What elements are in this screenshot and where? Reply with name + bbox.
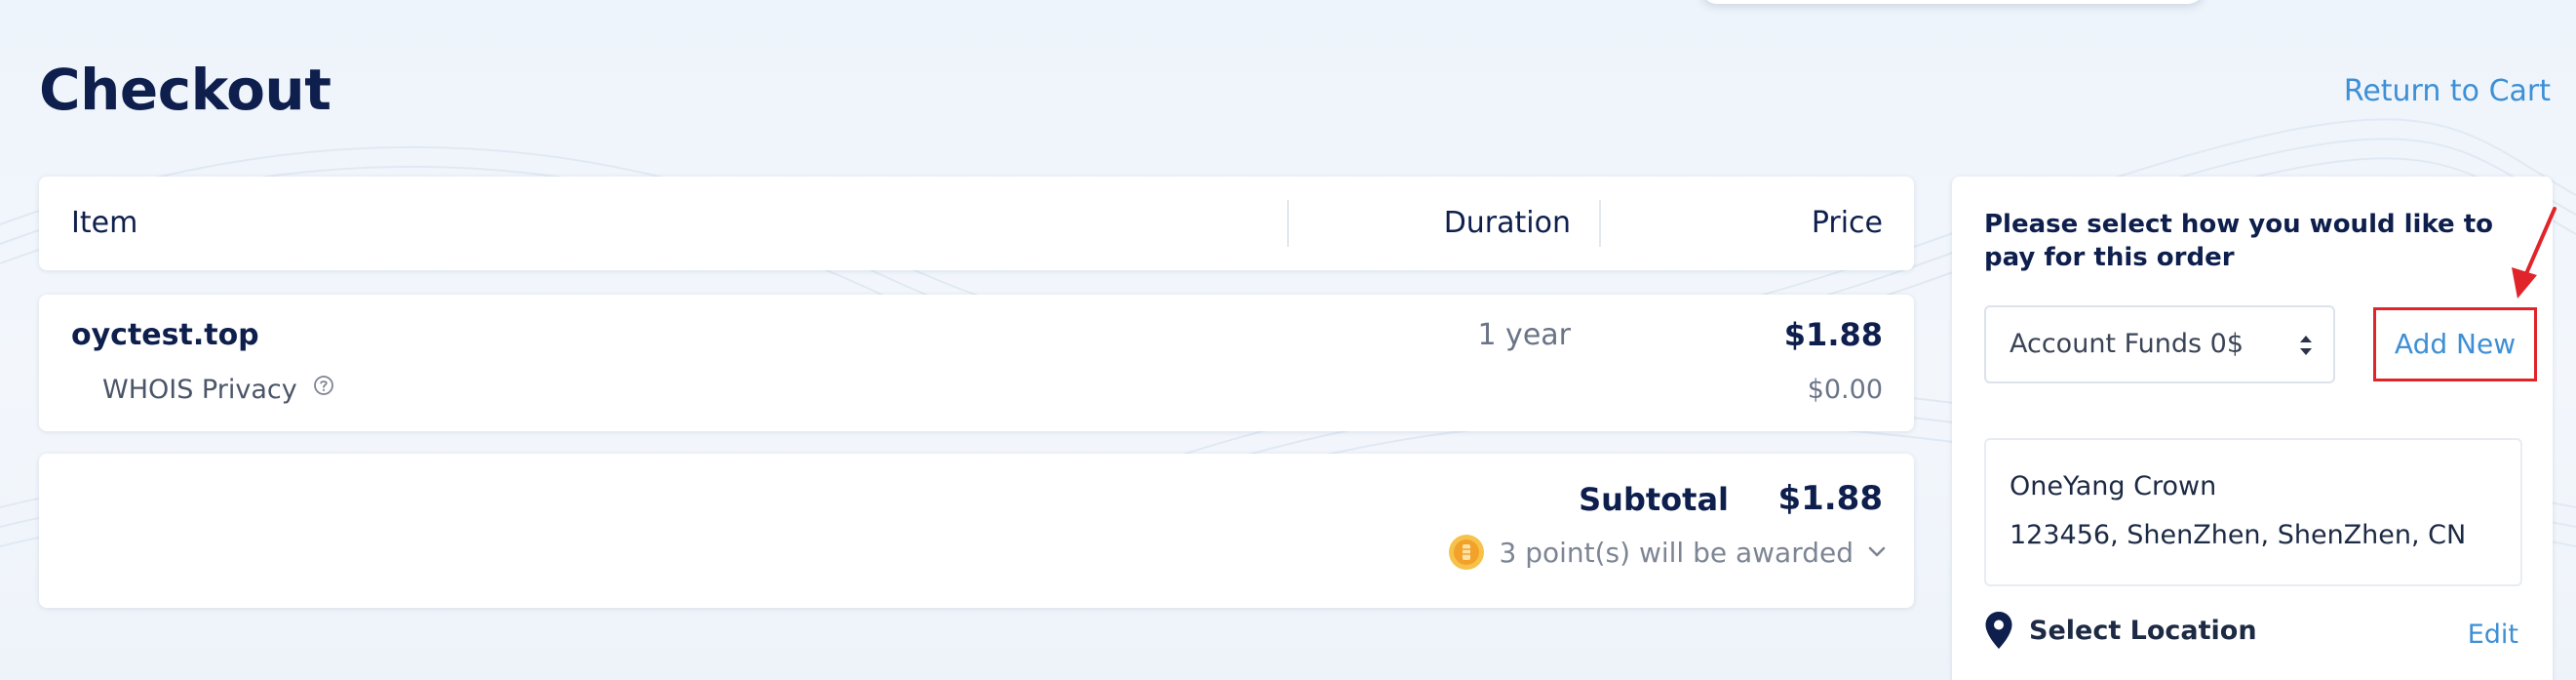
address-name: OneYang Crown — [2010, 471, 2217, 501]
select-location-row[interactable]: Select Location — [1984, 611, 2257, 650]
points-awarded-toggle[interactable]: 3 point(s) will be awarded — [1448, 534, 1887, 571]
return-to-cart-link[interactable]: Return to Cart — [2344, 74, 2551, 108]
location-pin-icon — [1985, 612, 2012, 649]
payment-panel: Please select how you would like to pay … — [1952, 177, 2553, 680]
item-price: $1.88 — [1783, 316, 1883, 353]
page-title: Checkout — [39, 57, 332, 123]
payment-method-value: Account Funds 0$ — [2010, 329, 2244, 359]
addon-label: WHOIS Privacy — [102, 375, 297, 405]
cart-item-row: oyctest.top 1 year $1.88 WHOIS Privacy $… — [39, 295, 1914, 431]
cart-table-header: Item Duration Price — [39, 177, 1914, 270]
column-header-item: Item — [71, 206, 138, 240]
subtotal-label: Subtotal — [1579, 481, 1729, 518]
addon-price: $0.00 — [1807, 375, 1883, 405]
select-location-label: Select Location — [2029, 615, 2257, 646]
column-header-price: Price — [1811, 206, 1883, 240]
item-domain-name: oyctest.top — [71, 318, 259, 352]
coin-icon — [1449, 535, 1485, 570]
select-caret-icon — [2300, 336, 2312, 355]
subtotal-value: $1.88 — [1777, 479, 1883, 518]
add-new-button[interactable]: Add New — [2373, 307, 2537, 381]
payment-method-select[interactable]: Account Funds 0$ — [1984, 305, 2335, 383]
annotation-arrow-icon — [2512, 207, 2556, 299]
column-divider — [1599, 200, 1601, 247]
billing-address-card[interactable]: OneYang Crown 123456, ShenZhen, ShenZhen… — [1984, 438, 2522, 586]
column-header-duration: Duration — [1443, 206, 1571, 240]
help-icon[interactable] — [313, 375, 334, 396]
address-line: 123456, ShenZhen, ShenZhen, CN — [2010, 520, 2467, 550]
chevron-down-icon — [1868, 546, 1886, 557]
top-navigation-edge — [1701, 0, 2204, 4]
column-divider — [1287, 200, 1289, 247]
payment-heading: Please select how you would like to pay … — [1984, 210, 2494, 272]
edit-address-link[interactable]: Edit — [2468, 620, 2518, 650]
order-summary: Subtotal $1.88 3 point(s) will be awarde… — [39, 454, 1914, 608]
addon-whois-privacy: WHOIS Privacy — [102, 375, 334, 405]
item-duration: 1 year — [1477, 318, 1571, 352]
points-text: 3 point(s) will be awarded — [1499, 536, 1854, 569]
